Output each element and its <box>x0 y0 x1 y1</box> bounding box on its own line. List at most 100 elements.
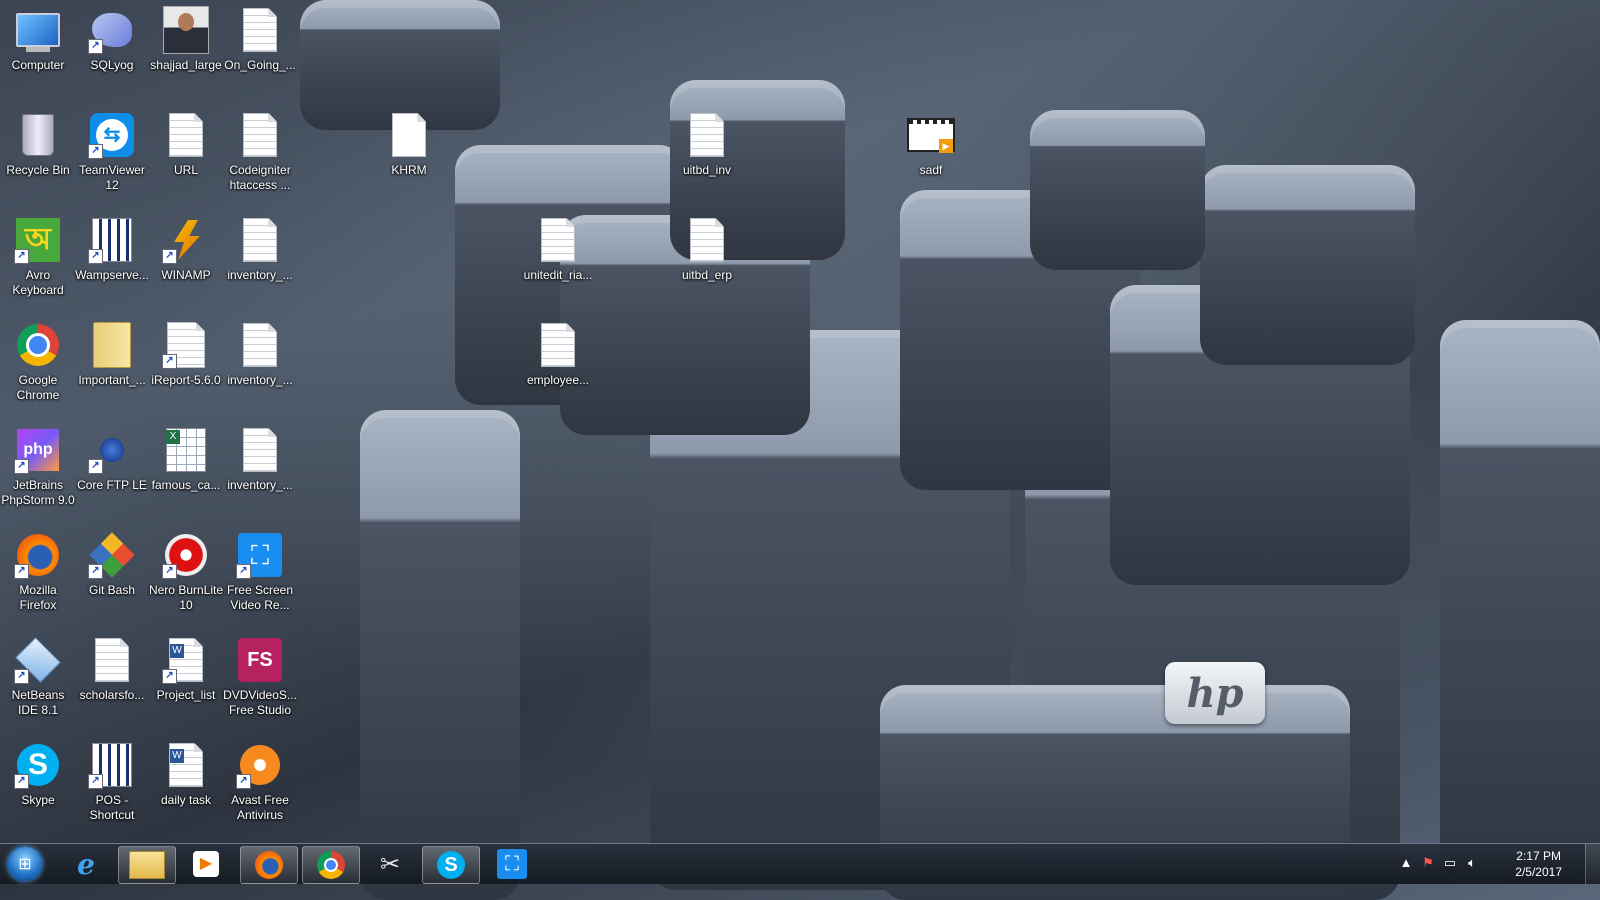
desktop-icon-project-list[interactable]: W ↗ Project_list <box>148 630 224 730</box>
desktop-icon-phpstorm[interactable]: php ↗ JetBrains PhpStorm 9.0 <box>0 420 76 520</box>
desktop-icon-on-going[interactable]: On_Going_... <box>222 0 298 100</box>
desktop-icon-sqlyog[interactable]: ↗ SQLyog <box>74 0 150 100</box>
shortcut-arrow-icon: ↗ <box>236 774 251 789</box>
folder-icon <box>88 321 136 369</box>
firefox-icon <box>255 851 283 879</box>
desktop-icon-uitbd-inv[interactable]: uitbd_inv <box>669 105 745 205</box>
shortcut-arrow-icon: ↗ <box>14 774 29 789</box>
screen-recorder-icon: ⛶ <box>497 849 527 879</box>
scissors-icon: ✂ <box>379 850 401 878</box>
ireport-icon: ↗ <box>162 321 210 369</box>
start-button[interactable]: ⊞ <box>4 845 46 883</box>
git-bash-icon: ↗ <box>88 531 136 579</box>
taskbar-internet-explorer[interactable]: e <box>58 846 114 882</box>
taskbar-skype[interactable]: S <box>422 846 480 884</box>
sqlyog-icon: ↗ <box>88 6 136 54</box>
show-desktop-button[interactable] <box>1585 844 1600 884</box>
desktop-icon-pos-shortcut[interactable]: ↗ POS - Shortcut <box>74 735 150 835</box>
taskbar-chrome[interactable] <box>302 846 360 884</box>
desktop-icon-sadf[interactable]: ▶ sadf <box>893 105 969 205</box>
desktop-icon-git-bash[interactable]: ↗ Git Bash <box>74 525 150 625</box>
desktop-icon-computer[interactable]: Computer <box>0 0 76 100</box>
document-icon <box>236 216 284 264</box>
firefox-icon: ↗ <box>14 531 62 579</box>
desktop-icon-daily-task[interactable]: W daily task <box>148 735 224 835</box>
shortcut-arrow-icon: ↗ <box>236 564 251 579</box>
clock-time: 2:17 PM <box>1516 849 1561 863</box>
clock[interactable]: 2:17 PM 2/5/2017 <box>1515 848 1562 880</box>
shortcut-arrow-icon: ↗ <box>162 669 177 684</box>
desktop-icon-shajjad-large[interactable]: shajjad_large <box>148 0 224 100</box>
desktop-icon-scholarsfo[interactable]: scholarsfo... <box>74 630 150 730</box>
desktop-icon-winamp[interactable]: ↗ WINAMP <box>148 210 224 310</box>
video-file-icon: ▶ <box>907 111 955 159</box>
desktop-icon-inventory-1[interactable]: inventory_... <box>222 210 298 310</box>
system-tray: ▲ ⚑ ▭ 🔈︎ 2:17 PM 2/5/2017 <box>1390 844 1600 884</box>
word-doc-icon: W ↗ <box>162 636 210 684</box>
shortcut-arrow-icon: ↗ <box>88 144 103 159</box>
desktop-icon-nero[interactable]: ↗ Nero BurnLite 10 <box>148 525 224 625</box>
desktop-icon-employee[interactable]: employee... <box>520 315 596 415</box>
desktop-icon-codeigniter-htaccess[interactable]: Codeigniter htaccess ... <box>222 105 298 205</box>
document-icon <box>534 216 582 264</box>
desktop-icon-recycle-bin[interactable]: Recycle Bin <box>0 105 76 205</box>
desktop-icon-famous-ca[interactable]: X famous_ca... <box>148 420 224 520</box>
volume-icon[interactable]: 🔈︎ <box>1464 855 1480 871</box>
screen-recorder-icon: ⛶ ↗ <box>236 531 284 579</box>
calendar-app-icon: ↗ <box>88 741 136 789</box>
avast-icon: ↗ <box>236 741 284 789</box>
desktop-icon-firefox[interactable]: ↗ Mozilla Firefox <box>0 525 76 625</box>
shortcut-arrow-icon: ↗ <box>162 249 177 264</box>
desktop-icon-inventory-2[interactable]: inventory_... <box>222 315 298 415</box>
taskbar-media-player[interactable]: ▶ <box>178 846 234 882</box>
media-player-icon: ▶ <box>193 851 219 877</box>
desktop-icon-avro-keyboard[interactable]: অ ↗ Avro Keyboard <box>0 210 76 310</box>
desktop-icon-unitedit-ria[interactable]: unitedit_ria... <box>520 210 596 310</box>
desktop: Computer Recycle Bin অ ↗ Avro Keyboard G… <box>0 0 1600 860</box>
desktop-icon-teamviewer[interactable]: ⇆ ↗ TeamViewer 12 <box>74 105 150 205</box>
shortcut-arrow-icon: ↗ <box>88 39 103 54</box>
document-icon <box>162 111 210 159</box>
desktop-icon-dvdvideosoft[interactable]: FS DVDVideoS... Free Studio <box>222 630 298 730</box>
desktop-icon-wampserver[interactable]: ↗ Wampserve... <box>74 210 150 310</box>
desktop-icon-avast[interactable]: ↗ Avast Free Antivirus <box>222 735 298 835</box>
winamp-icon: ↗ <box>162 216 210 264</box>
calendar-app-icon: ↗ <box>88 216 136 264</box>
document-icon <box>236 426 284 474</box>
folder-icon <box>129 851 165 879</box>
teamviewer-icon: ⇆ ↗ <box>88 111 136 159</box>
desktop-icon-core-ftp[interactable]: ↗ Core FTP LE <box>74 420 150 520</box>
desktop-icon-inventory-3[interactable]: inventory_... <box>222 420 298 520</box>
spreadsheet-icon: X <box>162 426 210 474</box>
desktop-icon-google-chrome[interactable]: Google Chrome <box>0 315 76 415</box>
action-center-flag-icon[interactable]: ⚑ <box>1420 855 1436 871</box>
desktop-icon-khrm[interactable]: KHRM <box>371 105 447 205</box>
clock-date: 2/5/2017 <box>1515 865 1562 879</box>
dvdvideosoft-icon: FS <box>236 636 284 684</box>
avro-keyboard-icon: অ ↗ <box>14 216 62 264</box>
internet-explorer-icon: e <box>77 847 95 881</box>
desktop-icon-skype[interactable]: S ↗ Skype <box>0 735 76 835</box>
taskbar-firefox[interactable] <box>240 846 298 884</box>
taskbar-snipping-tool[interactable]: ✂ <box>362 846 418 882</box>
recycle-bin-icon <box>14 111 62 159</box>
desktop-icon-ireport[interactable]: ↗ iReport-5.6.0 <box>148 315 224 415</box>
desktop-icon-important-folder[interactable]: Important_... <box>74 315 150 415</box>
show-hidden-icons-button[interactable]: ▲ <box>1398 855 1414 871</box>
skype-icon: S <box>437 851 465 879</box>
shortcut-arrow-icon: ↗ <box>14 249 29 264</box>
network-icon[interactable]: ▭ <box>1442 855 1458 871</box>
chrome-icon <box>14 321 62 369</box>
desktop-icon-netbeans[interactable]: ↗ NetBeans IDE 8.1 <box>0 630 76 730</box>
document-icon <box>683 216 731 264</box>
taskbar-screen-recorder[interactable]: ⛶ <box>484 846 540 882</box>
document-icon <box>236 321 284 369</box>
document-icon <box>88 636 136 684</box>
document-icon <box>236 111 284 159</box>
desktop-icon-uitbd-erp[interactable]: uitbd_erp <box>669 210 745 310</box>
shortcut-arrow-icon: ↗ <box>88 459 103 474</box>
shortcut-arrow-icon: ↗ <box>14 669 29 684</box>
taskbar-windows-explorer[interactable] <box>118 846 176 884</box>
desktop-icon-url[interactable]: URL <box>148 105 224 205</box>
desktop-icon-free-screen-video[interactable]: ⛶ ↗ Free Screen Video Re... <box>222 525 298 625</box>
